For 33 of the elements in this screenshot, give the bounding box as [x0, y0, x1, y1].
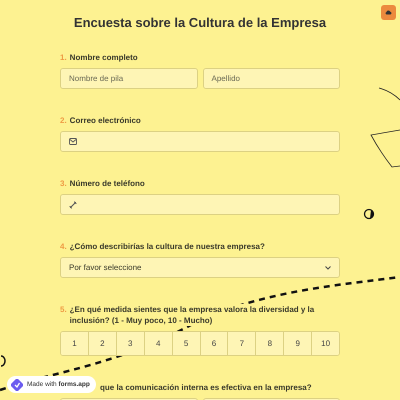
survey-title: Encuesta sobre la Cultura de la Empresa [72, 14, 328, 32]
scale-option[interactable]: 3 [116, 332, 145, 355]
text-field[interactable]: Apellido [202, 68, 340, 89]
question-label: Correo electrónico [70, 115, 141, 126]
question-number: 3. [60, 178, 67, 189]
question-label: Nombre completo [70, 52, 138, 63]
cloud-icon [385, 10, 392, 15]
scale-option[interactable]: 9 [284, 332, 312, 355]
question-number: 4. [60, 241, 67, 252]
question-number: 5. [60, 304, 67, 315]
input-field[interactable] [60, 194, 340, 215]
circle-doodle [0, 355, 6, 367]
question-number: 1. [60, 52, 67, 63]
question-number: 2. [60, 115, 67, 126]
question-label: ¿Cómo describirías la cultura de nuestra empresa? [70, 241, 265, 252]
cloud-button[interactable] [381, 5, 396, 20]
question-label: que la comunicación interna es efectiva en la empresa? [100, 382, 312, 393]
text-field[interactable]: Nombre de pila [60, 68, 198, 89]
scale-option[interactable]: 5 [172, 332, 201, 355]
scale-option[interactable]: 6 [200, 332, 228, 355]
mail-icon [69, 138, 77, 145]
scale-option[interactable]: 4 [144, 332, 173, 355]
scale-option[interactable]: 10 [312, 332, 339, 355]
scale-option[interactable]: 1 [61, 332, 89, 355]
chevron-down-icon [325, 266, 331, 270]
circle-doodle-drawing [364, 208, 374, 220]
logo-icon [11, 378, 23, 390]
scale-option[interactable]: 2 [88, 332, 117, 355]
select-dropdown[interactable]: Por favor seleccione [60, 257, 340, 278]
scale-option[interactable]: 8 [256, 332, 284, 355]
input-field[interactable] [60, 131, 340, 152]
scale-option[interactable]: 7 [228, 332, 256, 355]
question-label: Número de teléfono [70, 178, 145, 189]
